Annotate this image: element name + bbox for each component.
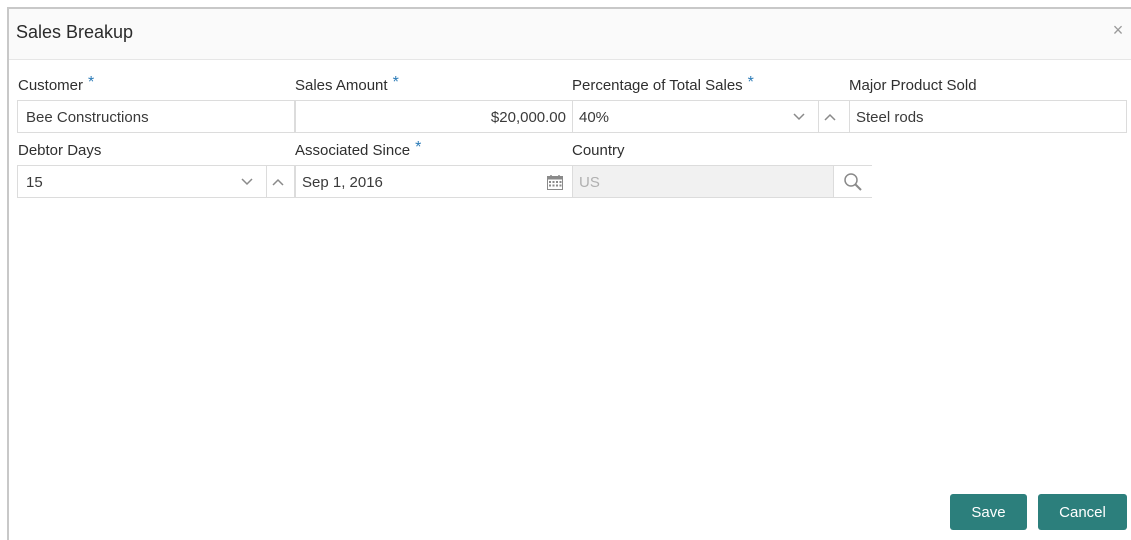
associated-since-value: Sep 1, 2016 [302,174,383,191]
search-icon[interactable] [833,166,872,197]
close-icon[interactable]: × [1109,21,1127,39]
sales-amount-field[interactable]: $20,000.00 [295,100,573,133]
major-product-label: Major Product Sold [849,77,977,94]
sales-amount-value: $20,000.00 [490,109,566,126]
chevron-down-icon[interactable] [236,166,258,197]
major-product-label-text: Major Product Sold [849,77,977,94]
calendar-icon[interactable] [546,173,564,191]
cancel-button[interactable]: Cancel [1038,494,1127,530]
percentage-stepper[interactable]: 40% [572,100,850,133]
sales-breakup-dialog: Sales Breakup × Customer * Sales Amount * … [7,7,1131,540]
required-marker: * [747,74,754,91]
percentage-label-text: Percentage of Total Sales [572,77,743,94]
country-label-text: Country [572,142,625,159]
chevron-down-icon[interactable] [788,101,810,132]
chevron-up-icon[interactable] [818,101,841,132]
required-marker: * [415,139,422,156]
associated-since-label: Associated Since * [295,139,422,160]
major-product-field[interactable]: Steel rods [849,100,1127,133]
sales-amount-label: Sales Amount * [295,74,399,95]
chevron-up-icon[interactable] [266,166,289,197]
required-marker: * [88,74,95,91]
dialog-title: Sales Breakup [16,22,134,42]
country-value: US [579,174,600,191]
associated-since-datepicker[interactable]: Sep 1, 2016 [295,165,573,198]
customer-value: Bee Constructions [26,109,149,126]
required-marker: * [392,74,399,91]
customer-label: Customer * [18,74,95,95]
sales-amount-label-text: Sales Amount [295,77,388,94]
customer-field[interactable]: Bee Constructions [17,100,295,133]
debtor-days-label-text: Debtor Days [18,142,102,159]
country-field: US [572,165,872,198]
associated-since-label-text: Associated Since [295,142,411,159]
debtor-days-stepper[interactable]: 15 [17,165,295,198]
major-product-value: Steel rods [856,109,924,126]
debtor-days-label: Debtor Days [18,142,101,159]
percentage-label: Percentage of Total Sales * [572,74,754,95]
save-button[interactable]: Save [950,494,1027,530]
customer-label-text: Customer [18,77,84,94]
percentage-value: 40% [579,109,610,126]
dialog-header: Sales Breakup × [9,9,1131,60]
country-label: Country [572,142,625,159]
debtor-days-value: 15 [26,174,43,191]
